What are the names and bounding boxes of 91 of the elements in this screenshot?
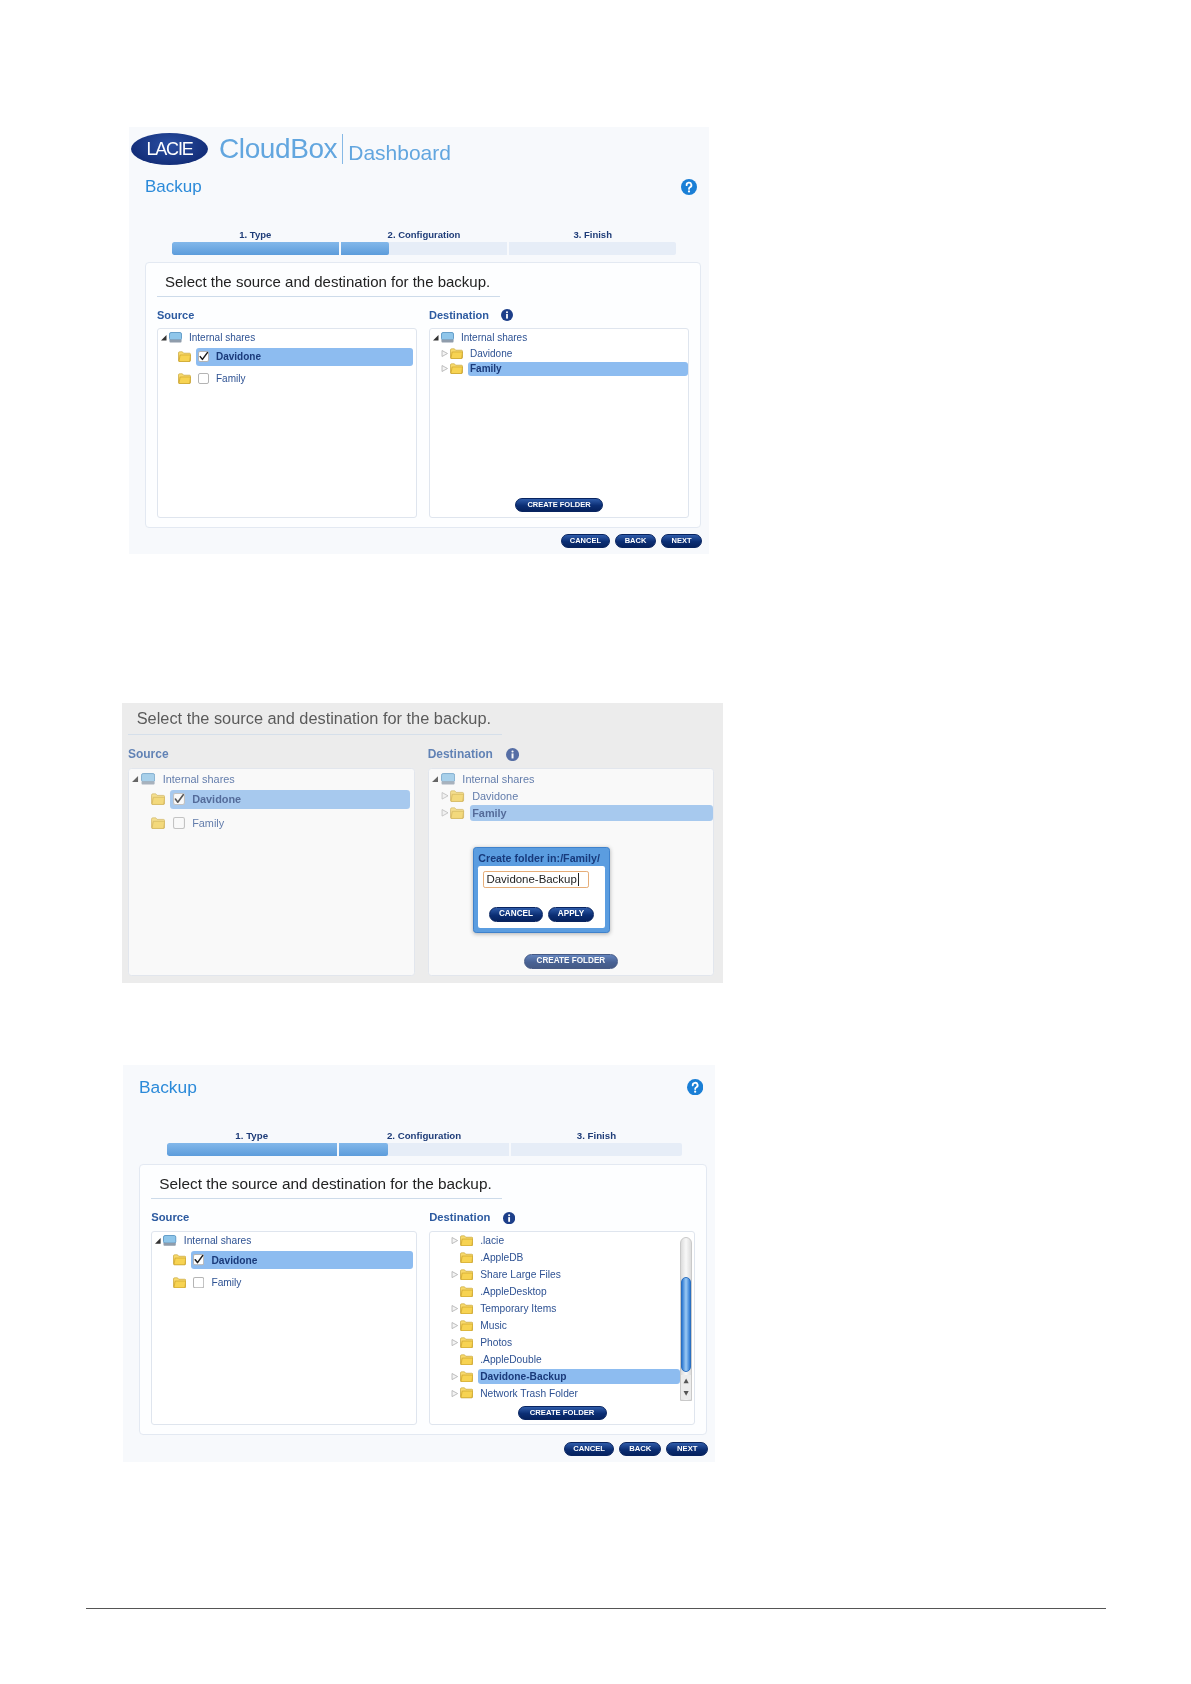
folder-icon — [450, 806, 465, 819]
info-icon[interactable] — [502, 1211, 515, 1224]
folder-icon — [450, 347, 463, 359]
checkbox[interactable] — [193, 1276, 205, 1289]
section-label: Source — [151, 1211, 190, 1225]
tree-item[interactable]: Internal shares — [160, 771, 237, 787]
folder-icon — [459, 1336, 474, 1348]
apply-button[interactable]: APPLY — [548, 906, 594, 923]
caret-down-icon[interactable] — [160, 334, 167, 342]
tree-item[interactable]: Network Trash Folder — [478, 1385, 580, 1401]
caret-down-icon[interactable] — [432, 334, 439, 342]
tree-item[interactable]: Davidone — [470, 788, 521, 804]
scrollbar-track[interactable] — [679, 1237, 692, 1401]
tree-item[interactable]: Music — [478, 1317, 509, 1333]
tree-item[interactable]: .lacie — [478, 1233, 507, 1248]
folder-icon — [459, 1370, 474, 1382]
scrollbar-thumb[interactable] — [680, 1276, 691, 1372]
folder-name-input[interactable]: Davidone-Backup — [483, 871, 590, 888]
page-title: Backup — [138, 1076, 197, 1098]
step-label: 3. Finish — [573, 229, 612, 240]
drive-icon — [169, 332, 182, 344]
step-label: 2. Configuration — [386, 1129, 462, 1142]
checkbox[interactable] — [198, 373, 209, 384]
folder-icon — [459, 1387, 474, 1399]
caret-down-icon[interactable] — [131, 775, 139, 783]
drive-icon — [140, 773, 156, 785]
drive-icon — [440, 773, 455, 785]
tree-item[interactable]: Internal shares — [187, 330, 258, 345]
section-label: Source — [128, 747, 169, 762]
tree-item[interactable]: Davidone — [191, 1250, 413, 1270]
instruction-text: Select the source and destination for the backup. — [128, 708, 502, 735]
tree-item[interactable]: Temporary Items — [478, 1300, 559, 1316]
cancel-button[interactable]: CANCEL — [489, 906, 543, 923]
brand-logo: LACIE — [131, 133, 208, 165]
folder-icon — [172, 1254, 186, 1266]
info-icon[interactable] — [500, 309, 513, 321]
folder-icon — [450, 789, 465, 802]
info-icon[interactable] — [505, 747, 520, 761]
step-label: 3. Finish — [576, 1129, 617, 1142]
folder-icon — [150, 817, 165, 830]
folder-icon — [459, 1319, 474, 1331]
help-icon[interactable] — [686, 1078, 704, 1096]
dialog-title: Create folder in:/Family/ — [478, 851, 601, 867]
tree-item[interactable]: Share Large Files — [478, 1267, 563, 1282]
tree-item[interactable]: Family — [468, 361, 688, 376]
tree-item[interactable]: Family — [191, 1273, 244, 1292]
folder-icon — [459, 1234, 474, 1247]
section-title: Dashboard — [348, 141, 451, 163]
step-label: 1. Type — [239, 229, 272, 240]
caret-down-icon[interactable] — [430, 775, 439, 783]
folder-icon — [178, 351, 191, 362]
create-folder-button[interactable]: CREATE FOLDER — [523, 953, 619, 970]
help-icon[interactable] — [681, 179, 697, 195]
drive-icon — [441, 332, 454, 344]
tree-item[interactable]: Internal shares — [181, 1233, 254, 1249]
step-label: 1. Type — [235, 1129, 269, 1142]
tree-item[interactable]: .AppleDesktop — [478, 1283, 549, 1299]
step-label: 2. Configuration — [387, 229, 461, 240]
tree-item[interactable]: Davidone — [468, 346, 515, 361]
folder-icon — [459, 1251, 474, 1264]
instruction-text: Select the source and destination for the backup. — [151, 1174, 502, 1200]
checkbox[interactable] — [198, 351, 209, 362]
folder-icon — [459, 1268, 474, 1280]
section-label: Destination — [429, 308, 489, 322]
section-label: Destination — [427, 747, 493, 762]
tree-item[interactable]: Internal shares — [459, 330, 530, 345]
folder-icon — [172, 1276, 186, 1289]
checkbox[interactable] — [193, 1254, 205, 1266]
scroll-up-icon[interactable] — [680, 1375, 691, 1388]
drive-icon — [163, 1235, 177, 1247]
scroll-down-icon[interactable] — [680, 1387, 691, 1400]
section-label: Source — [157, 308, 195, 322]
tree-item[interactable]: .AppleDouble — [478, 1351, 544, 1367]
folder-icon — [178, 373, 191, 384]
folder-icon — [459, 1353, 474, 1365]
folder-icon — [450, 363, 463, 375]
tree-item[interactable]: Family — [170, 813, 227, 834]
tree-item[interactable]: .AppleDB — [478, 1250, 526, 1265]
instruction-text: Select the source and destination for the backup. — [157, 273, 501, 297]
tree-item[interactable]: Internal shares — [460, 771, 537, 787]
page-title: Backup — [145, 177, 202, 197]
product-name: CloudBox — [219, 135, 338, 163]
caret-down-icon[interactable] — [154, 1237, 162, 1245]
tree-item[interactable]: Davidone — [196, 347, 413, 366]
folder-icon — [459, 1285, 474, 1297]
folder-icon — [150, 793, 165, 806]
tree-item[interactable]: Family — [196, 369, 248, 388]
folder-icon — [459, 1302, 474, 1314]
tree-item[interactable]: Photos — [478, 1334, 515, 1350]
tree-item[interactable]: Davidone-Backup — [478, 1368, 680, 1384]
section-label: Destination — [429, 1211, 491, 1225]
